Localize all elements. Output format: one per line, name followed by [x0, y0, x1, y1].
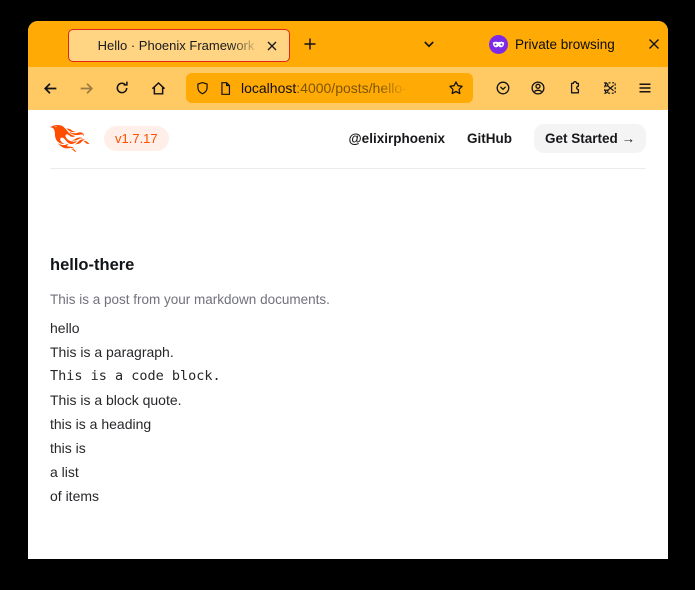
private-mask-icon [489, 35, 508, 54]
chevron-down-icon [421, 36, 437, 52]
post-line-code: This is a code block. [50, 364, 646, 388]
url-bar[interactable]: localhost:4000/posts/hello-t [186, 73, 473, 103]
arrow-left-icon [42, 80, 59, 97]
post-line: a list [50, 460, 646, 484]
tab-close-button[interactable] [261, 35, 283, 57]
pocket-button[interactable] [489, 74, 517, 102]
post-line: this is [50, 436, 646, 460]
list-all-tabs-button[interactable] [415, 30, 443, 58]
star-icon [448, 80, 464, 96]
window-close-button[interactable] [640, 30, 668, 58]
private-browsing-badge: Private browsing [489, 30, 615, 58]
screenshot-scissors-icon [602, 80, 618, 96]
desktop: { "tabbar": { "tab_title": "Hello · Phoe… [0, 0, 695, 590]
brand: v1.7.17 [50, 125, 169, 152]
arrow-right-icon [78, 80, 95, 97]
shield-icon [195, 81, 210, 96]
site-nav: @elixirphoenix GitHub Get Started → [349, 124, 646, 153]
post-line: of items [50, 484, 646, 508]
new-tab-button[interactable] [296, 30, 324, 58]
post-line: hello [50, 316, 646, 340]
account-button[interactable] [524, 74, 552, 102]
bookmark-button[interactable] [448, 80, 464, 96]
post-content: hello-there This is a post from your mar… [50, 256, 646, 508]
plus-icon [302, 36, 318, 52]
screenshot-button[interactable] [596, 74, 624, 102]
browser-window: Hello · Phoenix Framework Private browsi… [28, 21, 668, 559]
get-started-button[interactable]: Get Started → [534, 124, 646, 153]
pocket-icon [495, 80, 511, 96]
extensions-button[interactable] [560, 74, 588, 102]
tab-bar: Hello · Phoenix Framework Private browsi… [28, 21, 668, 67]
account-icon [530, 80, 546, 96]
puzzle-icon [566, 80, 582, 96]
private-browsing-label: Private browsing [515, 37, 615, 52]
home-button[interactable] [144, 74, 172, 102]
site-header: v1.7.17 @elixirphoenix GitHub Get Starte… [50, 110, 646, 169]
post-subtitle: This is a post from your markdown docume… [50, 292, 646, 307]
post-body: hello This is a paragraph. This is a cod… [50, 316, 646, 508]
version-badge: v1.7.17 [104, 126, 169, 151]
navigation-toolbar: localhost:4000/posts/hello-t [28, 67, 668, 110]
close-icon [647, 37, 661, 51]
post-title: hello-there [50, 256, 646, 275]
hamburger-icon [637, 80, 653, 96]
reload-button[interactable] [108, 74, 136, 102]
close-icon [266, 40, 278, 52]
phoenix-logo-icon[interactable] [50, 125, 90, 152]
post-line: This is a block quote. [50, 388, 646, 412]
home-icon [150, 80, 167, 97]
url-host: localhost [241, 80, 296, 96]
post-line: This is a paragraph. [50, 340, 646, 364]
url-path: :4000/posts/hello-t [296, 80, 410, 96]
url-text: localhost:4000/posts/hello-t [241, 80, 440, 96]
page-icon [218, 81, 233, 96]
reload-icon [114, 80, 130, 96]
nav-link-github[interactable]: GitHub [467, 131, 512, 146]
tab-title: Hello · Phoenix Framework [91, 38, 261, 53]
browser-tab-active[interactable]: Hello · Phoenix Framework [68, 29, 290, 62]
nav-link-elixirphoenix[interactable]: @elixirphoenix [349, 131, 445, 146]
back-button[interactable] [36, 74, 64, 102]
post-line: this is a heading [50, 412, 646, 436]
web-page: v1.7.17 @elixirphoenix GitHub Get Starte… [28, 110, 668, 559]
forward-button[interactable] [72, 74, 100, 102]
menu-button[interactable] [631, 74, 659, 102]
